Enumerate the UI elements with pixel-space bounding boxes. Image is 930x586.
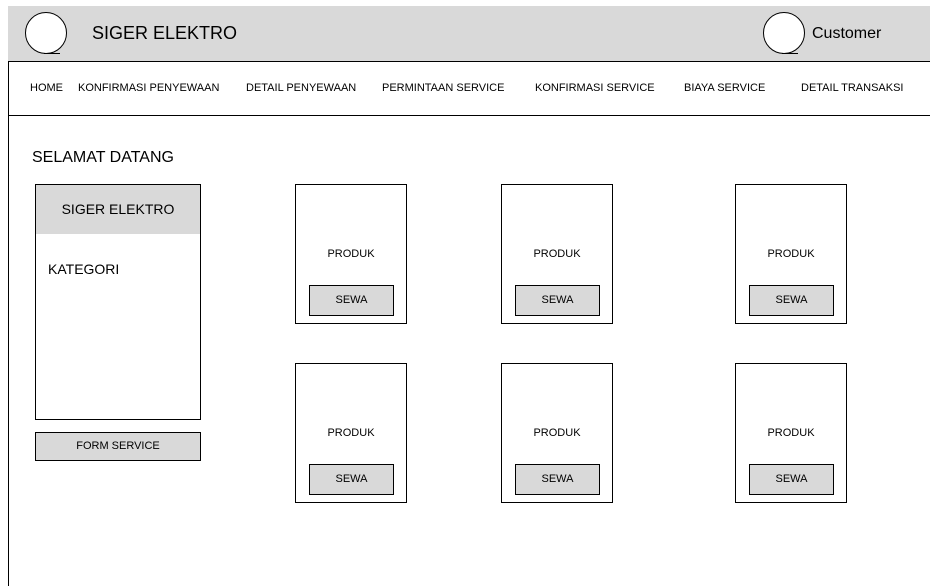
nav-item-home[interactable]: HOME <box>30 81 63 95</box>
rent-button[interactable]: SEWA <box>515 285 600 316</box>
avatar-underline <box>782 53 798 54</box>
nav-item-konfirmasi-penyewaan[interactable]: KONFIRMASI PENYEWAAN <box>78 81 219 95</box>
product-label: PRODUK <box>767 427 815 439</box>
user-name-label[interactable]: Customer <box>812 24 881 44</box>
nav-item-konfirmasi-service[interactable]: KONFIRMASI SERVICE <box>535 81 655 95</box>
user-avatar-icon[interactable] <box>763 12 805 54</box>
product-card[interactable]: PRODUK SEWA <box>501 184 613 324</box>
logo-underline <box>44 53 60 54</box>
form-service-button[interactable]: FORM SERVICE <box>35 432 201 461</box>
nav-item-detail-penyewaan[interactable]: DETAIL PENYEWAAN <box>246 81 356 95</box>
product-card[interactable]: PRODUK SEWA <box>295 184 407 324</box>
product-label: PRODUK <box>327 427 375 439</box>
welcome-heading: SELAMAT DATANG <box>32 149 174 166</box>
nav-item-permintaan-service[interactable]: PERMINTAAN SERVICE <box>382 81 504 95</box>
circle-logo-icon[interactable] <box>25 12 67 54</box>
sidebar-panel: SIGER ELEKTRO KATEGORI <box>35 184 201 420</box>
rent-button[interactable]: SEWA <box>749 285 834 316</box>
product-card[interactable]: PRODUK SEWA <box>295 363 407 503</box>
product-card[interactable]: PRODUK SEWA <box>501 363 613 503</box>
sidebar-category-label[interactable]: KATEGORI <box>48 260 119 278</box>
sidebar-title: SIGER ELEKTRO <box>36 185 200 234</box>
brand-title: SIGER ELEKTRO <box>92 23 238 43</box>
nav-item-detail-transaksi[interactable]: DETAIL TRANSAKSI <box>801 81 904 95</box>
product-label: PRODUK <box>533 248 581 260</box>
rent-button[interactable]: SEWA <box>749 464 834 495</box>
product-label: PRODUK <box>767 248 815 260</box>
rent-button[interactable]: SEWA <box>515 464 600 495</box>
product-card[interactable]: PRODUK SEWA <box>735 184 847 324</box>
product-label: PRODUK <box>533 427 581 439</box>
nav-bar: HOME KONFIRMASI PENYEWAAN DETAIL PENYEWA… <box>8 62 930 116</box>
rent-button[interactable]: SEWA <box>309 285 394 316</box>
rent-button[interactable]: SEWA <box>309 464 394 495</box>
product-card[interactable]: PRODUK SEWA <box>735 363 847 503</box>
nav-item-biaya-service[interactable]: BIAYA SERVICE <box>684 81 765 95</box>
product-label: PRODUK <box>327 248 375 260</box>
